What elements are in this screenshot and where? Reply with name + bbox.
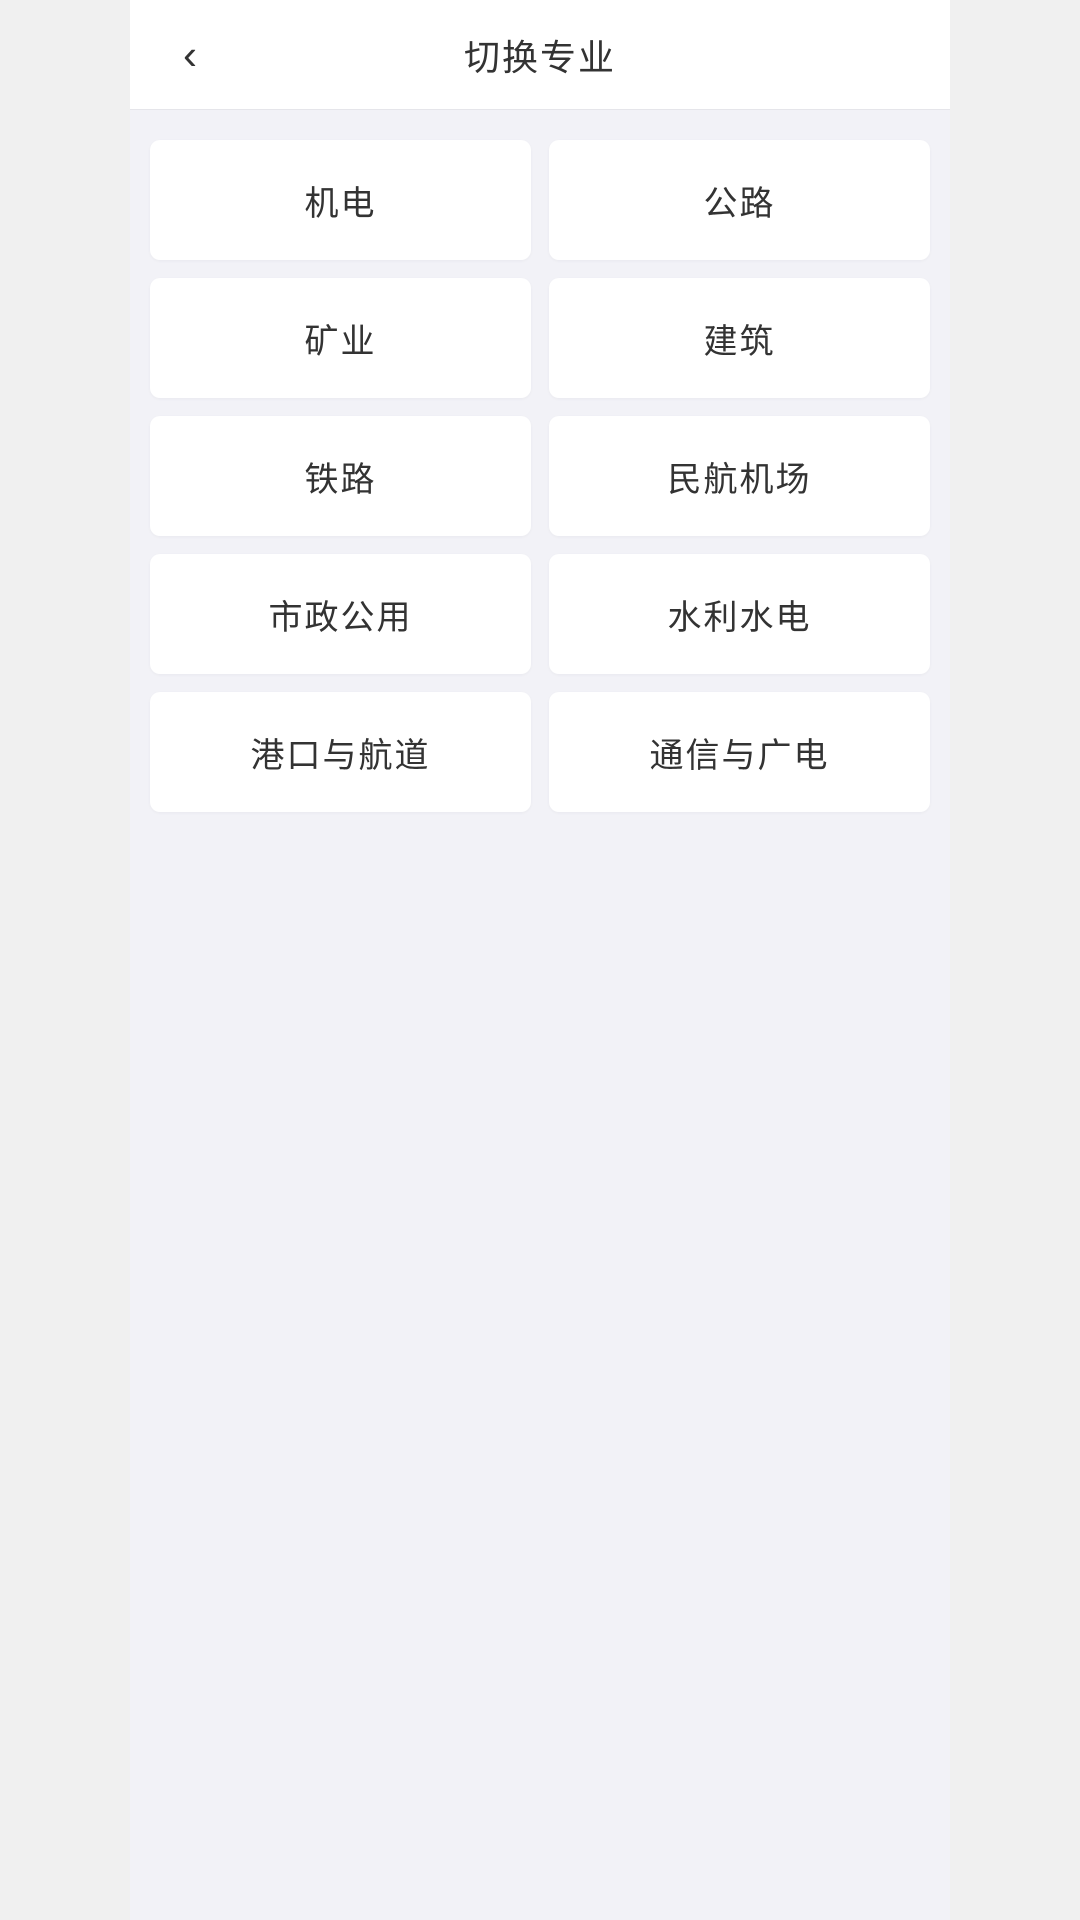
grid-item-kuangye[interactable]: 矿业 [150, 278, 531, 398]
grid-item-label-tongxin: 通信与广电 [650, 728, 830, 777]
grid-item-label-shizheng: 市政公用 [269, 590, 413, 639]
app-container: ‹ 切换专业 机电 公路矿业 建筑铁路 民航机场市政公用 水利水电港口与航道 通信与广电 [130, 0, 950, 1920]
back-button[interactable]: ‹ [160, 25, 220, 85]
grid-item-minhang[interactable]: 民航机场 [549, 416, 930, 536]
grid-item-label-minhang: 民航机场 [668, 452, 812, 501]
grid-item-jianzhu[interactable]: 建筑 [549, 278, 930, 398]
grid-item-shizheng[interactable]: 市政公用 [150, 554, 531, 674]
grid-item-label-gangkou: 港口与航道 [251, 728, 431, 777]
page-title: 切换专业 [464, 29, 616, 81]
grid-item-label-jidian: 机电 [305, 176, 377, 225]
back-icon: ‹ [183, 31, 197, 79]
grid-item-label-jianzhu: 建筑 [704, 314, 776, 363]
header: ‹ 切换专业 [130, 0, 950, 110]
content: 机电 公路矿业 建筑铁路 民航机场市政公用 水利水电港口与航道 通信与广电 [130, 110, 950, 842]
grid-item-label-shuili: 水利水电 [668, 590, 812, 639]
grid-item-jidian[interactable]: 机电 [150, 140, 531, 260]
grid-item-gangkou[interactable]: 港口与航道 [150, 692, 531, 812]
grid-item-label-gonglu: 公路 [704, 176, 776, 225]
specialty-grid: 机电 公路矿业 建筑铁路 民航机场市政公用 水利水电港口与航道 通信与广电 [150, 140, 930, 812]
grid-item-tielu[interactable]: 铁路 [150, 416, 531, 536]
grid-item-label-kuangye: 矿业 [305, 314, 377, 363]
grid-item-gonglu[interactable]: 公路 [549, 140, 930, 260]
grid-item-label-tielu: 铁路 [305, 452, 377, 501]
grid-item-shuili[interactable]: 水利水电 [549, 554, 930, 674]
grid-item-tongxin[interactable]: 通信与广电 [549, 692, 930, 812]
